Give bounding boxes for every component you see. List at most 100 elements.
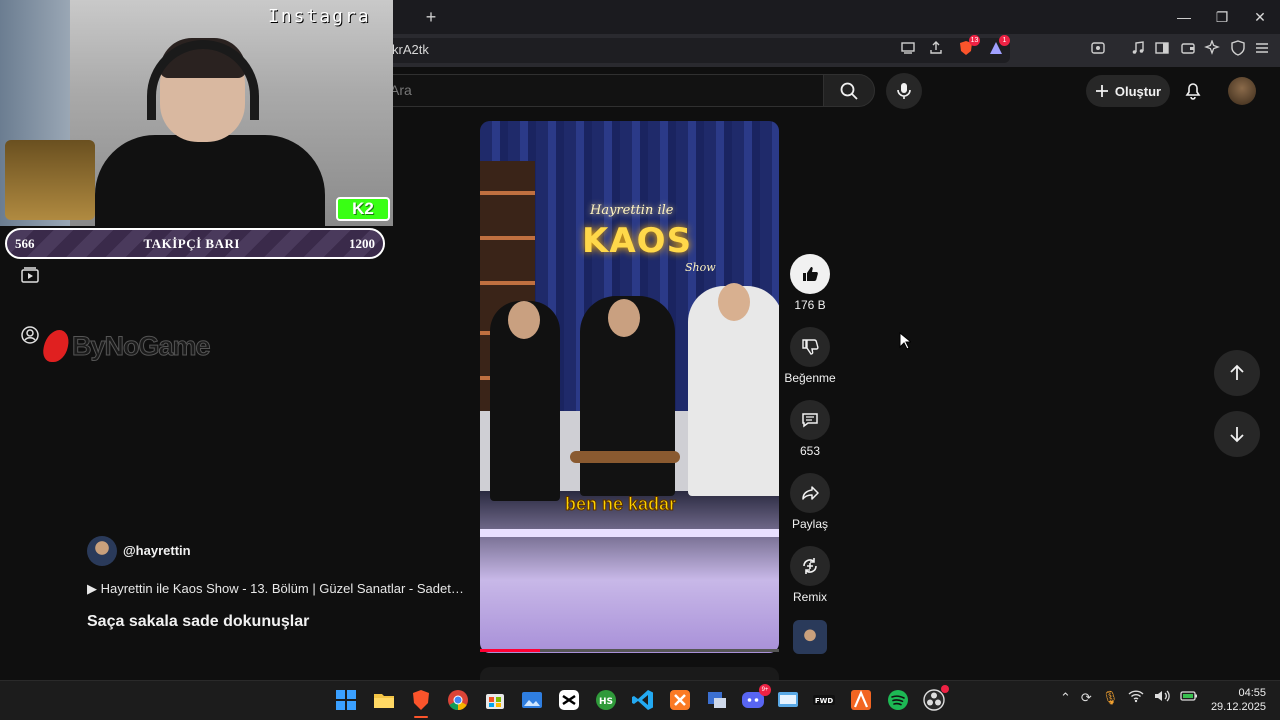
comment-icon <box>802 413 818 428</box>
short-title: Saça sakala sade dokunuşlar <box>87 613 310 630</box>
you-profile-icon[interactable] <box>20 325 40 345</box>
control-panel-icon[interactable] <box>776 688 800 712</box>
wallet-icon[interactable] <box>1178 40 1198 60</box>
video-progress-fill <box>480 649 540 652</box>
nvidia-app-icon[interactable]: FWD <box>812 688 836 712</box>
menu-icon[interactable] <box>1252 40 1272 60</box>
obs-recording-dot <box>941 685 949 693</box>
network-app-icon[interactable] <box>705 688 729 712</box>
autodesk-icon[interactable] <box>849 688 873 712</box>
subscriptions-icon[interactable] <box>20 265 40 285</box>
previous-short-button[interactable] <box>1214 350 1260 396</box>
svg-text:FWD: FWD <box>815 697 834 705</box>
restore-button[interactable]: ❐ <box>1208 6 1236 28</box>
create-label: Oluştur <box>1114 83 1162 99</box>
create-button[interactable]: Oluştur <box>1086 75 1170 107</box>
dislike-button[interactable] <box>790 327 830 367</box>
leo-ai-icon[interactable] <box>1202 39 1222 60</box>
webcam-overlay <box>0 0 393 226</box>
k2-badge: K2 <box>336 197 390 221</box>
vscode-icon[interactable] <box>631 688 655 712</box>
play-icon: ▶ <box>87 581 101 596</box>
hs-app-icon[interactable]: HS <box>594 688 618 712</box>
neon-sign-line3: Show <box>685 261 716 274</box>
chevron-up-icon[interactable]: ⌃ <box>1060 690 1071 706</box>
microphone-tray-icon[interactable]: 🎙 <box>1102 690 1119 706</box>
next-short-button[interactable] <box>1214 411 1260 457</box>
channel-avatar[interactable] <box>87 536 117 566</box>
sync-icon[interactable]: ⟳ <box>1081 690 1092 706</box>
vpn-shield-icon[interactable] <box>1228 40 1248 60</box>
search-placeholder: Ara <box>390 82 412 98</box>
follower-bar-label: TAKİPÇİ BARI <box>143 235 240 251</box>
follower-goal-bar: 566 TAKİPÇİ BARI 1200 <box>5 228 385 259</box>
video-caption: ben ne kadar <box>564 494 677 515</box>
channel-handle[interactable]: @hayrettin <box>123 543 191 558</box>
search-button[interactable] <box>823 74 875 107</box>
sidebar-toggle-icon[interactable] <box>1152 40 1172 60</box>
capcut-icon[interactable] <box>557 688 581 712</box>
search-input[interactable] <box>380 74 824 107</box>
brave-browser-icon[interactable] <box>409 688 433 718</box>
throne-chair <box>5 140 95 220</box>
comments-button[interactable] <box>790 400 830 440</box>
chrome-icon[interactable] <box>446 688 470 712</box>
system-tray: ⌃ ⟳ 🎙 <box>1060 689 1198 706</box>
share-arrow-icon <box>802 486 819 500</box>
volume-icon[interactable] <box>1154 689 1171 706</box>
shorts-video-player[interactable]: Hayrettin ile KAOS Show <box>480 121 779 653</box>
obs-studio-icon[interactable] <box>922 685 949 712</box>
brave-shields-icon[interactable]: 13 <box>956 35 980 60</box>
like-button[interactable] <box>790 254 830 294</box>
discord-badge: 9+ <box>759 684 771 696</box>
plus-icon <box>1095 85 1108 97</box>
system-clock[interactable]: 04:55 29.12.2025 <box>1210 686 1266 714</box>
brave-shield-count: 13 <box>969 35 980 46</box>
minimize-button[interactable]: — <box>1170 6 1198 28</box>
remix-label: Remix <box>792 590 827 604</box>
microphone-icon <box>897 83 911 99</box>
file-explorer-icon[interactable] <box>372 688 396 712</box>
notifications-button[interactable] <box>1181 78 1205 102</box>
wifi-icon[interactable] <box>1128 689 1144 706</box>
neon-sign-line1: Hayrettin ile <box>590 203 674 218</box>
follower-current: 566 <box>15 235 35 251</box>
linked-video-title: Hayrettin ile Kaos Show - 13. Bölüm | Gü… <box>100 581 467 596</box>
account-avatar[interactable] <box>1228 77 1256 105</box>
media-music-icon[interactable] <box>1128 40 1148 60</box>
thumbs-down-icon <box>802 339 819 355</box>
linked-video-link[interactable]: ▶ Hayrettin ile Kaos Show - 13. Bölüm | … <box>87 581 467 597</box>
new-tab-button[interactable]: + <box>420 6 442 28</box>
share-label: Paylaş <box>791 517 829 531</box>
brave-rewards-icon[interactable]: 1 <box>986 35 1010 60</box>
xampp-icon[interactable] <box>668 688 692 712</box>
alert-count: 1 <box>999 35 1010 46</box>
comment-count: 653 <box>799 444 821 458</box>
mouse-cursor-icon <box>899 331 913 355</box>
sound-thumbnail[interactable] <box>793 620 827 654</box>
headset <box>147 40 259 120</box>
spotify-icon[interactable] <box>886 688 910 712</box>
share-page-icon[interactable] <box>926 40 946 60</box>
voice-search-button[interactable] <box>886 73 922 109</box>
like-count: 176 B <box>794 298 826 312</box>
share-button[interactable] <box>790 473 830 513</box>
video-progress-bar[interactable] <box>480 649 779 652</box>
thumbs-up-icon <box>803 267 818 281</box>
remix-button[interactable] <box>790 546 830 586</box>
arrow-down-icon <box>1230 427 1244 443</box>
microsoft-store-icon[interactable] <box>483 688 507 712</box>
screenshot-icon[interactable] <box>1088 40 1108 60</box>
discord-icon[interactable]: 9+ <box>741 684 771 712</box>
bynogame-logo: ByNoGame <box>40 328 212 364</box>
windows-start-icon[interactable] <box>334 688 358 712</box>
remix-icon <box>803 558 817 574</box>
arrow-up-icon <box>1230 364 1244 380</box>
cast-icon[interactable] <box>898 40 918 60</box>
bynogame-text: ByNoGame <box>72 330 212 361</box>
close-button[interactable]: ✕ <box>1246 6 1274 28</box>
battery-icon[interactable] <box>1180 690 1198 705</box>
address-bar-url: krA2tk <box>392 42 429 57</box>
photos-icon[interactable] <box>520 688 544 712</box>
neon-sign-line2: KAOS <box>582 221 693 261</box>
